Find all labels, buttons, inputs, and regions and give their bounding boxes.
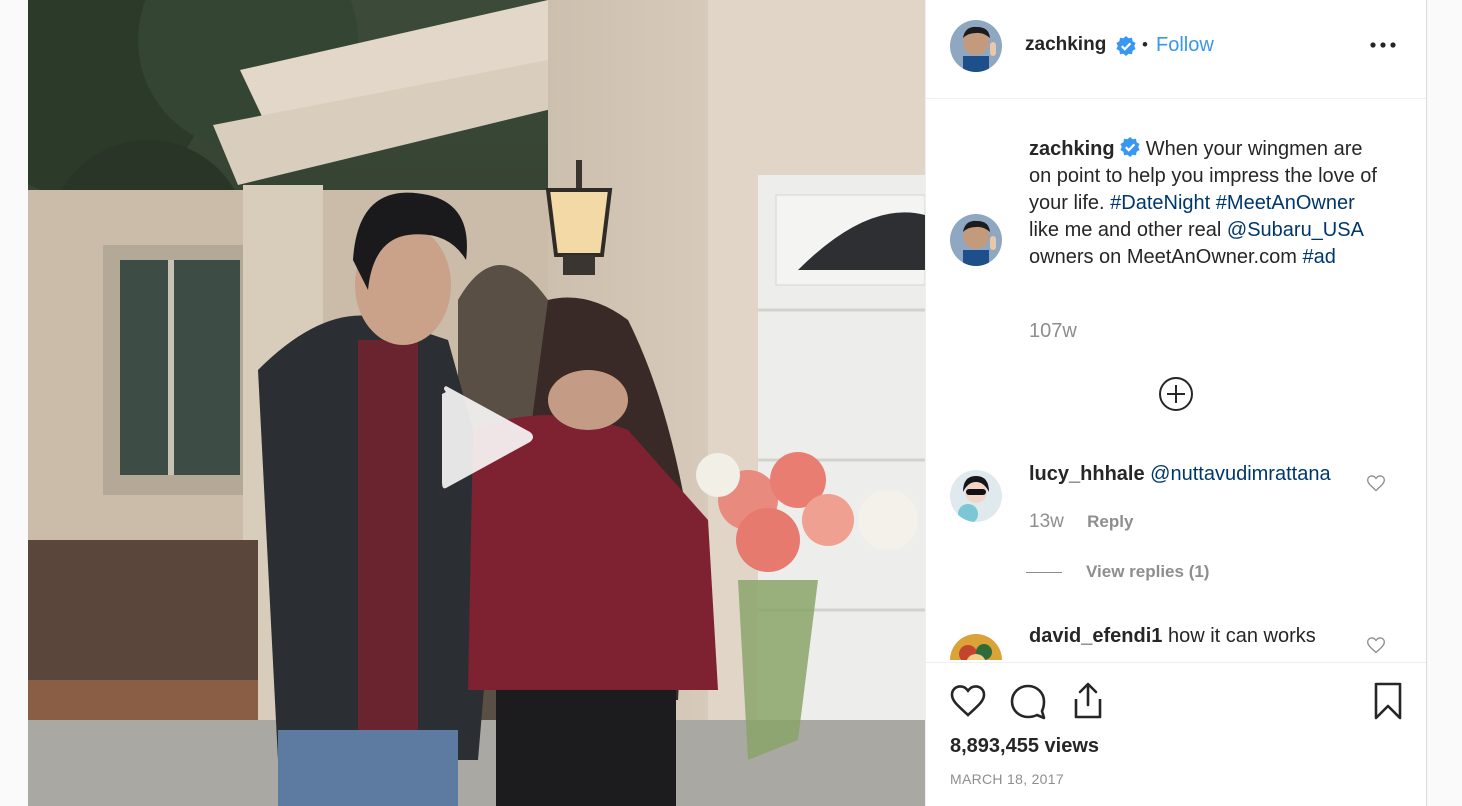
play-icon[interactable] — [432, 382, 542, 492]
replies-divider — [1026, 572, 1062, 574]
caption-username[interactable]: zachking — [1029, 138, 1115, 160]
view-count[interactable]: 8,893,455 views — [950, 735, 1099, 758]
post-video[interactable] — [28, 0, 925, 806]
author-username[interactable]: zachking — [1025, 34, 1106, 56]
verified-badge-icon — [1120, 137, 1140, 157]
mention-nuttavudimrattana[interactable]: @nuttavudimrattana — [1150, 463, 1330, 485]
comment-like-heart-icon[interactable] — [1366, 635, 1386, 655]
author-avatar[interactable] — [950, 20, 1002, 72]
heart-icon[interactable] — [948, 681, 988, 721]
comment-body: david_efendi1 how it can works — [1029, 623, 1316, 650]
caption-text: owners on MeetAnOwner.com — [1029, 246, 1297, 268]
mention-subaru-usa[interactable]: @Subaru_USA — [1227, 219, 1363, 241]
comment-username[interactable]: lucy_hhhale — [1029, 463, 1145, 485]
reply-button[interactable]: Reply — [1087, 512, 1133, 531]
comment-body: lucy_hhhale @nuttavudimrattana — [1029, 461, 1331, 488]
post-actions: 8,893,455 views MARCH 18, 2017 — [926, 662, 1426, 806]
commenter-avatar[interactable] — [950, 470, 1002, 522]
post-side-panel: zachking • Follow zachking When your win… — [925, 0, 1427, 806]
view-replies-label: View replies (1) — [1086, 562, 1210, 581]
hashtag-datenight[interactable]: #DateNight — [1110, 192, 1210, 214]
bookmark-icon[interactable] — [1368, 681, 1408, 721]
post-caption: zachking When your wingmen are on point … — [1029, 136, 1389, 271]
post-header: zachking • Follow — [926, 0, 1426, 99]
commenter-avatar[interactable] — [950, 634, 1002, 660]
more-options-icon[interactable] — [1368, 30, 1398, 60]
hashtag-ad[interactable]: #ad — [1302, 246, 1335, 268]
post-date[interactable]: MARCH 18, 2017 — [950, 771, 1064, 787]
comment-username[interactable]: david_efendi1 — [1029, 625, 1162, 647]
header-separator: • — [1142, 35, 1148, 54]
follow-button[interactable]: Follow — [1156, 34, 1214, 57]
caption-avatar[interactable] — [950, 214, 1002, 266]
comment-bubble-icon[interactable] — [1008, 681, 1048, 721]
view-replies-button[interactable]: View replies (1) — [1026, 562, 1210, 582]
caption-text: like me and other real — [1029, 219, 1222, 241]
verified-badge-icon — [1116, 36, 1136, 56]
comment-like-heart-icon[interactable] — [1366, 473, 1386, 493]
plus-circle-icon[interactable] — [1158, 376, 1194, 412]
comment-timestamp[interactable]: 13w — [1029, 511, 1064, 532]
share-icon[interactable] — [1068, 681, 1108, 721]
comments-list[interactable]: zachking When your wingmen are on point … — [926, 100, 1426, 660]
hashtag-meetanowner[interactable]: #MeetAnOwner — [1216, 192, 1355, 214]
caption-timestamp[interactable]: 107w — [1029, 320, 1077, 343]
comment-meta: 13w Reply — [1029, 511, 1133, 533]
comment-text: how it can works — [1167, 625, 1316, 647]
